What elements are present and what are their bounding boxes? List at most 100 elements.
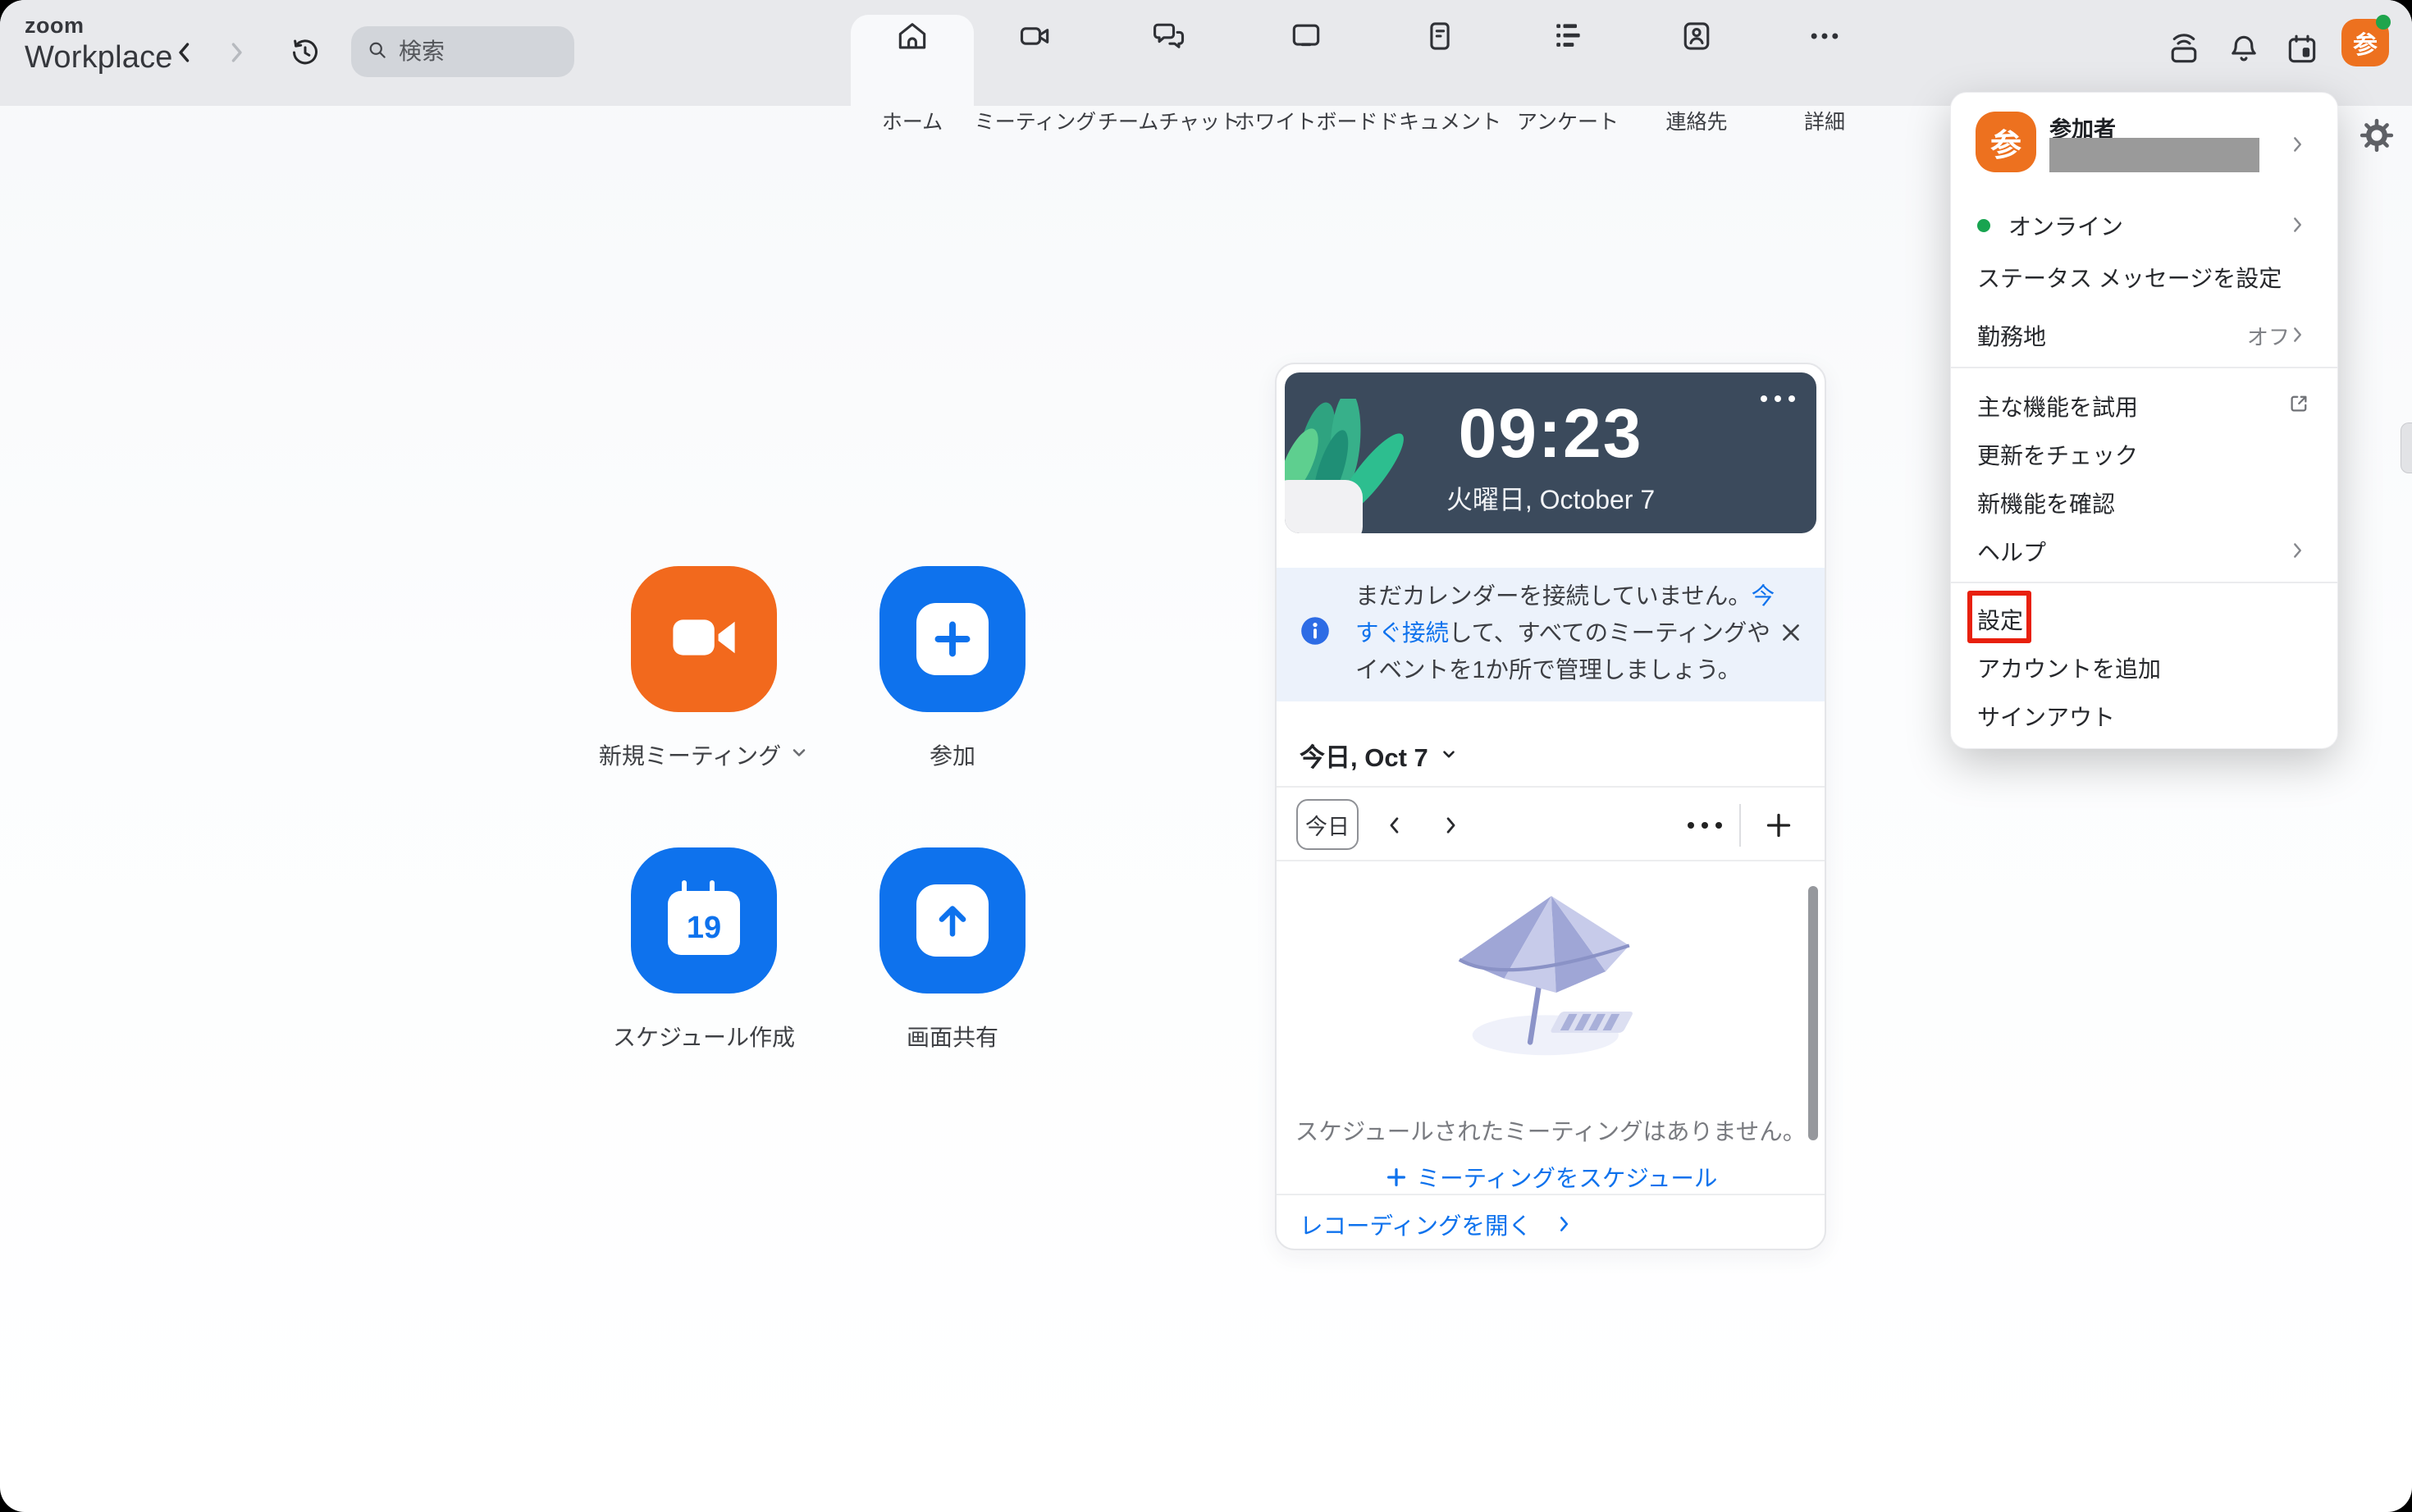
- menu-item-sign-out[interactable]: サインアウト: [1977, 700, 2311, 733]
- menu-item-work-location[interactable]: 勤務地 オフ: [1977, 319, 2311, 352]
- menu-divider: [1951, 582, 2337, 583]
- join-button[interactable]: [879, 566, 1026, 712]
- tab-label: ドキュメント: [1378, 106, 1501, 135]
- forward-button[interactable]: [218, 36, 254, 72]
- calendar-icon: [2284, 31, 2320, 71]
- redacted-email-bar: [2049, 138, 2259, 172]
- notifications-button[interactable]: [2226, 33, 2262, 69]
- prev-day-button[interactable]: [1373, 802, 1416, 848]
- new-meeting-label-row: 新規ミーティング: [564, 738, 843, 771]
- menu-item-set-status-message[interactable]: ステータス メッセージを設定: [1977, 261, 2311, 294]
- settings-gear-button[interactable]: [2359, 118, 2394, 153]
- bell-icon: [2226, 31, 2262, 71]
- home-icon: [894, 18, 930, 58]
- calendar-19-icon: 19: [668, 886, 740, 955]
- plus-icon: [1762, 809, 1795, 842]
- tab-contacts[interactable]: 連絡先: [1631, 18, 1762, 103]
- open-recordings-link[interactable]: レコーディングを開く: [1300, 1208, 1574, 1240]
- menu-item-settings[interactable]: 設定: [1977, 603, 2311, 636]
- chevron-right-icon: [222, 39, 250, 71]
- notice-close-button[interactable]: [1777, 619, 1805, 651]
- work-location-value: オフ: [2247, 321, 2290, 351]
- scrollbar-thumb[interactable]: [1808, 886, 1818, 1140]
- share-screen-label: 画面共有: [813, 1020, 1092, 1053]
- search-box[interactable]: [351, 26, 574, 77]
- top-bar: zoom Workplace: [0, 0, 2412, 106]
- chevron-down-icon[interactable]: [789, 742, 809, 768]
- whiteboard-icon: [1288, 18, 1324, 58]
- tab-team-chat[interactable]: チームチャット: [1103, 18, 1235, 103]
- chat-bubbles-icon: [1151, 18, 1187, 58]
- new-meeting-label: 新規ミーティング: [599, 738, 781, 771]
- external-link-icon: [2286, 391, 2308, 413]
- beach-umbrella-illustration: [1432, 879, 1670, 1068]
- tab-whiteboard[interactable]: ホワイトボード: [1240, 18, 1372, 103]
- menu-item-help[interactable]: ヘルプ: [1977, 535, 2311, 568]
- tab-surveys[interactable]: アンケート: [1502, 18, 1633, 103]
- tab-home[interactable]: ホーム: [847, 18, 978, 103]
- share-screen-button[interactable]: [879, 847, 1026, 994]
- device-cast-icon: [2166, 31, 2202, 71]
- home-side-panel: 09:23 火曜日, October 7 まだカレンダーを接続していません。今す…: [1275, 363, 1826, 1250]
- tab-label: ホワイトボード: [1235, 106, 1378, 135]
- schedule-meeting-link[interactable]: ミーティングをスケジュール: [1277, 1160, 1825, 1194]
- today-date-label: 今日, Oct 7: [1300, 737, 1428, 774]
- tab-docs[interactable]: ドキュメント: [1374, 18, 1505, 103]
- history-icon: [289, 36, 322, 73]
- menu-item-check-updates[interactable]: 更新をチェック: [1977, 438, 2311, 471]
- help-chevron: [2286, 540, 2308, 561]
- menu-divider: [1951, 367, 2337, 368]
- back-button[interactable]: [167, 36, 203, 72]
- today-button[interactable]: 今日: [1296, 799, 1359, 850]
- plus-icon: [916, 603, 989, 675]
- chevron-left-icon: [171, 39, 199, 71]
- next-day-button[interactable]: [1429, 802, 1472, 848]
- tab-label: ミーティング: [975, 106, 1097, 135]
- chevron-right-icon: [2286, 540, 2308, 561]
- history-button[interactable]: [287, 36, 323, 72]
- contact-card-icon: [1679, 18, 1715, 58]
- menu-item-label: サインアウト: [1977, 700, 2115, 733]
- schedule-button[interactable]: 19: [631, 847, 777, 994]
- toolbar-divider: [1739, 804, 1741, 847]
- menu-item-label: 新機能を確認: [1977, 486, 2115, 519]
- gear-icon: [2359, 118, 2394, 153]
- menu-item-try-features[interactable]: 主な機能を試用: [1977, 390, 2311, 423]
- menu-item-label: 勤務地: [1977, 319, 2046, 352]
- chevron-right-icon: [1439, 814, 1462, 837]
- calendar-connect-notice: まだカレンダーを接続していません。今すぐ接続して、すべてのミーティングやイベント…: [1277, 568, 1825, 701]
- menu-item-label: アカウントを追加: [1977, 651, 2161, 684]
- clock-date: 火曜日, October 7: [1285, 479, 1816, 517]
- chevron-right-icon: [2286, 324, 2308, 345]
- work-location-chevron: [2286, 324, 2308, 345]
- status-chevron: [2286, 214, 2308, 235]
- notice-text: まだカレンダーを接続していません。今すぐ接続して、すべてのミーティングやイベント…: [1355, 578, 1785, 689]
- calendar-badge-number: 19: [668, 911, 740, 946]
- connect-device-button[interactable]: [2166, 33, 2202, 69]
- calendar-more-button[interactable]: [1683, 802, 1726, 848]
- logo-line-workplace: Workplace: [25, 42, 173, 73]
- add-meeting-button[interactable]: [1757, 802, 1800, 848]
- search-input[interactable]: [399, 39, 555, 65]
- menu-item-label: ステータス メッセージを設定: [1977, 261, 2282, 294]
- ellipsis-icon: [1807, 18, 1843, 58]
- chevron-down-icon: [1440, 740, 1458, 770]
- tab-meetings[interactable]: ミーティング: [970, 18, 1101, 103]
- divider: [1277, 1194, 1825, 1195]
- calendar-button[interactable]: [2284, 33, 2320, 69]
- tab-label: チームチャット: [1098, 106, 1240, 135]
- tab-label: ホーム: [882, 106, 943, 135]
- user-dropdown-menu: 参 参加者 オンライン ステータス メッセージを設定 勤務地 オフ 主な機能を試…: [1950, 92, 2338, 749]
- avatar-initial: 参: [2353, 25, 2378, 61]
- menu-item-add-account[interactable]: アカウントを追加: [1977, 651, 2311, 684]
- app-window: zoom Workplace: [0, 0, 2412, 1512]
- menu-item-status[interactable]: オンライン: [1977, 209, 2311, 242]
- tab-more[interactable]: 詳細: [1759, 18, 1890, 103]
- edge-panel-handle: [2401, 423, 2412, 473]
- menu-item-whats-new[interactable]: 新機能を確認: [1977, 486, 2311, 519]
- profile-row[interactable]: [2286, 134, 2308, 155]
- chevron-right-icon: [1553, 1213, 1574, 1235]
- search-icon: [366, 39, 389, 66]
- new-meeting-button[interactable]: [631, 566, 777, 712]
- today-date-header[interactable]: 今日, Oct 7: [1300, 730, 1458, 779]
